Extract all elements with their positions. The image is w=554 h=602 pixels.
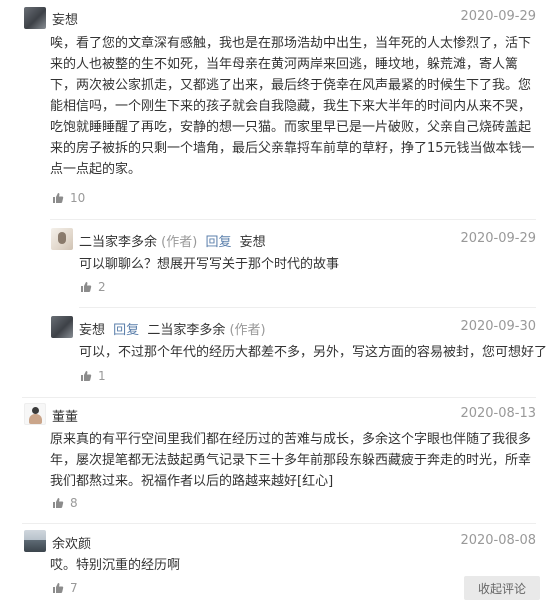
reply-date: 2020-09-29 <box>460 231 536 246</box>
thumbs-up-icon <box>81 371 92 381</box>
comment-author[interactable]: 余欢颜 <box>52 533 91 552</box>
thumbs-up-icon <box>53 498 64 508</box>
avatar[interactable] <box>24 403 46 425</box>
avatar[interactable] <box>24 530 46 552</box>
reply-to-user[interactable]: 妄想 <box>240 235 266 250</box>
reply-text: 可以聊聊么？想展开写写关于那个时代的故事 <box>79 257 340 272</box>
avatar[interactable] <box>24 7 46 29</box>
divider <box>22 523 536 524</box>
reply-author[interactable]: 二当家李多余 <box>79 235 157 250</box>
thumbs-up-icon <box>81 282 92 292</box>
comment-author[interactable]: 董董 <box>52 406 78 425</box>
author-tag: (作者) <box>229 323 266 338</box>
like-button[interactable]: 7 <box>52 581 78 595</box>
reply-header: 二当家李多余 (作者) 回复 妄想 <box>79 231 266 250</box>
divider <box>50 219 536 220</box>
reply-link[interactable]: 回复 <box>205 235 231 250</box>
like-button[interactable]: 10 <box>52 191 85 205</box>
like-button[interactable]: 8 <box>52 496 78 510</box>
like-count: 1 <box>98 369 106 383</box>
like-count: 8 <box>70 496 78 510</box>
thumbs-up-icon <box>53 583 64 593</box>
comment-date: 2020-08-13 <box>460 406 536 421</box>
comment-text: 原来真的有平行空间里我们都在经历过的苦难与成长，多余这个字眼也伴随了我很多年，屡… <box>50 432 532 489</box>
comment-text: 唉，看了您的文章深有感触，我也是在那场浩劫中出生，当年死的人太惨烈了，活下来的人… <box>50 36 535 177</box>
reply-to-user[interactable]: 二当家李多余 <box>147 323 225 338</box>
divider <box>22 397 536 398</box>
thumbs-up-icon <box>53 193 64 203</box>
like-count: 2 <box>98 280 106 294</box>
comment-text: 哎。特别沉重的经历啊 <box>50 558 181 573</box>
reply-author[interactable]: 妄想 <box>79 323 105 338</box>
like-count: 10 <box>70 191 86 205</box>
like-count: 7 <box>70 581 78 595</box>
collapse-comments-button[interactable]: 收起评论 <box>464 576 540 600</box>
reply-header: 妄想 回复 二当家李多余 (作者) <box>79 319 266 338</box>
comment-date: 2020-08-08 <box>460 533 536 548</box>
comment-date: 2020-09-29 <box>460 9 536 24</box>
reply-link[interactable]: 回复 <box>113 323 139 338</box>
avatar[interactable] <box>51 228 73 250</box>
comment-author[interactable]: 妄想 <box>52 9 78 28</box>
divider <box>79 307 536 308</box>
reply-date: 2020-09-30 <box>460 319 536 334</box>
author-tag: (作者) <box>161 235 198 250</box>
like-button[interactable]: 1 <box>80 369 106 383</box>
like-button[interactable]: 2 <box>80 280 106 294</box>
reply-text: 可以，不过那个年代的经历大都差不多，另外，写这方面的容易被封，您可想好了 <box>79 345 548 360</box>
avatar[interactable] <box>51 316 73 338</box>
